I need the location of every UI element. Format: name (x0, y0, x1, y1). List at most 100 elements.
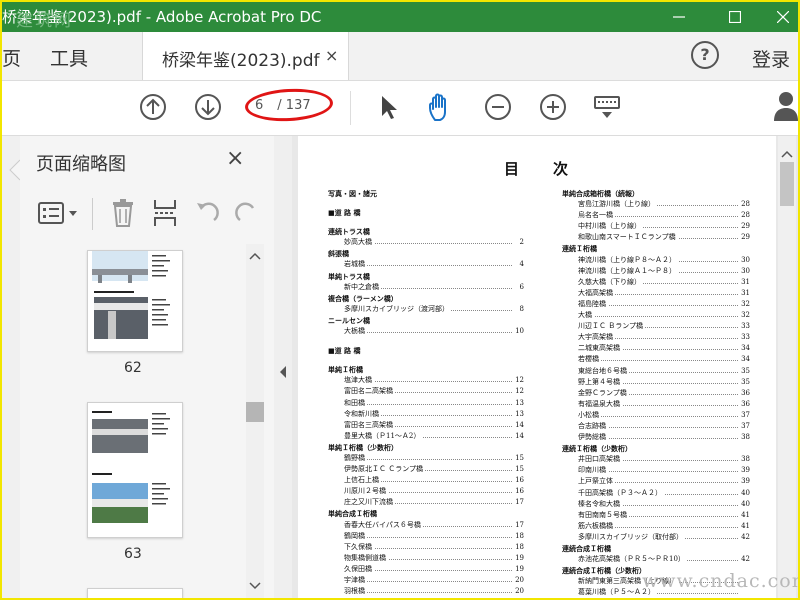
toc-entry[interactable]: 烏名名一橋 28 (562, 210, 750, 222)
toc-entry[interactable]: 千田高架橋（Ｐ３～Ａ２） 40 (562, 487, 750, 499)
toc-entry[interactable]: 大宇高架橋 33 (562, 332, 750, 344)
toc-entry[interactable]: 川辺ＩＣ Ｂランプ橋 33 (562, 321, 750, 333)
toc-entry[interactable]: 富田名三高架橋 14 (328, 419, 524, 431)
previous-page-icon[interactable] (138, 92, 168, 122)
toc-entry-title: 上戸祭立体 (578, 476, 615, 488)
toc-entry[interactable]: 塩津大橋 12 (328, 375, 524, 387)
toc-entry[interactable]: 若櫻橋 34 (562, 354, 750, 366)
thumbnail-scroll-thumb[interactable] (246, 402, 264, 422)
toc-leader-dots (344, 536, 512, 538)
thumbnail-page-62[interactable] (87, 250, 183, 352)
next-page-icon[interactable] (193, 92, 223, 122)
toc-entry[interactable]: 伊勢原北ＩＣ Ｃランプ橋 15 (328, 464, 524, 476)
collapse-panel-icon[interactable] (274, 362, 292, 382)
toc-entry[interactable]: 富田名二高架橋 12 (328, 386, 524, 398)
toc-entry[interactable]: 中村川橋（上り線） 29 (562, 221, 750, 233)
toc-entry-title: 富田名三高架橋 (344, 419, 395, 431)
thumbnail-page-64[interactable] (87, 588, 183, 598)
toc-entry-title: 岩城橋 (344, 259, 367, 271)
close-window-button[interactable] (760, 2, 798, 32)
toc-entry[interactable]: 大福高架橋 31 (562, 287, 750, 299)
toc-entry[interactable]: 多摩川スカイブリッジ（渡河部） 8 (328, 303, 524, 315)
toc-entry[interactable]: 有福温泉大橋 36 (562, 398, 750, 410)
toc-entry[interactable]: 下久保橋 18 (328, 541, 524, 553)
select-arrow-icon[interactable] (376, 92, 402, 122)
toc-entry[interactable]: 新中之倉橋 6 (328, 281, 524, 293)
toc-entry[interactable]: 赤池花高架橋（ＰＲ５～ＰＲ10） 42 (562, 554, 750, 566)
toc-entry[interactable]: 庄之又川下流橋 17 (328, 497, 524, 509)
toc-entry[interactable]: 合志跡橋 37 (562, 420, 750, 433)
thumbnail-page-63[interactable] (87, 402, 183, 538)
zoom-out-icon[interactable] (483, 92, 513, 122)
maximize-button[interactable] (712, 2, 758, 32)
hand-tool-icon[interactable] (426, 92, 460, 124)
panel-resize-divider[interactable] (274, 136, 293, 598)
thumbnail-scrollbar[interactable] (246, 244, 264, 598)
scroll-down-icon[interactable] (246, 580, 264, 592)
toc-entry[interactable]: 宮島江游川橋（上り線） 28 (562, 199, 750, 211)
document-scrollbar[interactable] (778, 136, 796, 598)
keyboard-fit-icon[interactable] (592, 92, 622, 122)
document-view[interactable]: 目次 写真・図・諸元 ■道 路 橋連続トラス橋 妙高大橋 2 斜張橋 岩城橋 4 単純トラス橋… (292, 136, 798, 598)
close-tab-button[interactable]: × (325, 46, 338, 65)
minimize-button[interactable] (656, 2, 702, 32)
scroll-up-icon[interactable] (246, 250, 264, 262)
toc-entry[interactable]: 豊里大橋（Ｐ11～Ａ2） 14 (328, 430, 524, 442)
toc-entry[interactable]: 大橋 32 (562, 310, 750, 322)
toc-entry[interactable]: 上戸祭立体 39 (562, 476, 750, 488)
toc-entry[interactable]: 多摩川スカイブリッジ（取付部） 42 (562, 531, 750, 543)
doc-scroll-up-icon[interactable] (778, 148, 796, 160)
menu-home[interactable]: 页 (2, 44, 21, 71)
toc-entry[interactable]: 井田口高架橋 38 (562, 454, 750, 466)
toc-entry[interactable]: 宇津橋 20 (328, 575, 524, 587)
zoom-in-icon[interactable] (538, 92, 568, 122)
toc-entry[interactable]: 榛名令和大橋 40 (562, 498, 750, 510)
toc-entry-title: 有田南南５号橋 (578, 509, 629, 521)
document-tab[interactable]: 桥梁年鉴(2023).pdf × (142, 32, 349, 80)
thumbnail-options-icon[interactable] (38, 202, 80, 226)
trash-icon[interactable] (110, 198, 136, 228)
toc-entry[interactable]: 令和新川橋 13 (328, 408, 524, 420)
toc-entry[interactable]: 二城東高架橋 34 (562, 343, 750, 355)
document-scroll-thumb[interactable] (780, 162, 794, 206)
toc-entry[interactable]: 小松橋 37 (562, 409, 750, 421)
toc-entry[interactable]: 妙高大橋 2 (328, 237, 524, 249)
toc-entry[interactable]: 東総台地６号橋 35 (562, 365, 750, 377)
toc-entry[interactable]: 有田南南５号橋 41 (562, 509, 750, 521)
toc-entry[interactable]: 川原川２号橋 16 (328, 486, 524, 498)
thumbnail-page-label: 63 (124, 546, 142, 562)
toc-entry[interactable]: 上信石上橋 16 (328, 475, 524, 487)
help-button[interactable]: ? (691, 41, 719, 69)
toc-entry-title: 久保田橋 (344, 563, 374, 575)
toc-entry[interactable]: 野上第４号橋 35 (562, 376, 750, 388)
toc-entry[interactable]: 和歌山南スマートＩＣランプ橋 29 (562, 232, 750, 244)
toc-page-number: 12 (513, 375, 524, 387)
toc-entry[interactable]: 久慈大橋（下り線） 31 (562, 276, 750, 288)
toc-entry[interactable]: 伊勢総橋 38 (562, 432, 750, 444)
close-panel-button[interactable]: × (226, 146, 244, 171)
rotate-right-icon[interactable] (234, 200, 256, 226)
toc-entry[interactable]: 岩城橋 4 (328, 259, 524, 271)
toc-entry[interactable]: 神流川橋（上り線Ａ１～Ｐ８） 30 (562, 265, 750, 277)
toc-entry[interactable]: 筋六板橋橋 41 (562, 520, 750, 532)
toc-entry[interactable]: 印南川橋 39 (562, 465, 750, 477)
extract-pages-icon[interactable] (152, 198, 178, 228)
toc-entry[interactable]: 和田橋 13 (328, 397, 524, 409)
toc-entry[interactable]: 物集橋側道橋 19 (328, 552, 524, 564)
menu-tools[interactable]: 工具 (50, 44, 88, 71)
toc-page-number: 28 (739, 210, 750, 222)
toc-page-number: 29 (739, 232, 750, 244)
toc-entry[interactable]: 羽根橋 20 (328, 586, 524, 598)
login-button[interactable]: 登录 (752, 45, 790, 72)
toc-entry-title: 大福高架橋 (578, 287, 615, 299)
toc-entry[interactable]: 神流川橋（上り線Ｐ８～Ａ２） 30 (562, 254, 750, 266)
toc-entry[interactable]: 久保田橋 19 (328, 563, 524, 575)
toc-entry[interactable]: 香春大任バイパス６号橋 17 (328, 519, 524, 531)
toc-entry[interactable]: 鶴岡橋 18 (328, 530, 524, 542)
toc-entry[interactable]: 鶴野橋 15 (328, 452, 524, 465)
toc-entry[interactable]: 福島陸橋 32 (562, 298, 750, 311)
toc-entry[interactable]: 大栃橋 10 (328, 326, 524, 338)
rotate-left-icon[interactable] (194, 200, 220, 226)
toc-entry[interactable]: 金野Ｃランプ橋 36 (562, 387, 750, 399)
user-add-icon[interactable] (774, 89, 798, 123)
